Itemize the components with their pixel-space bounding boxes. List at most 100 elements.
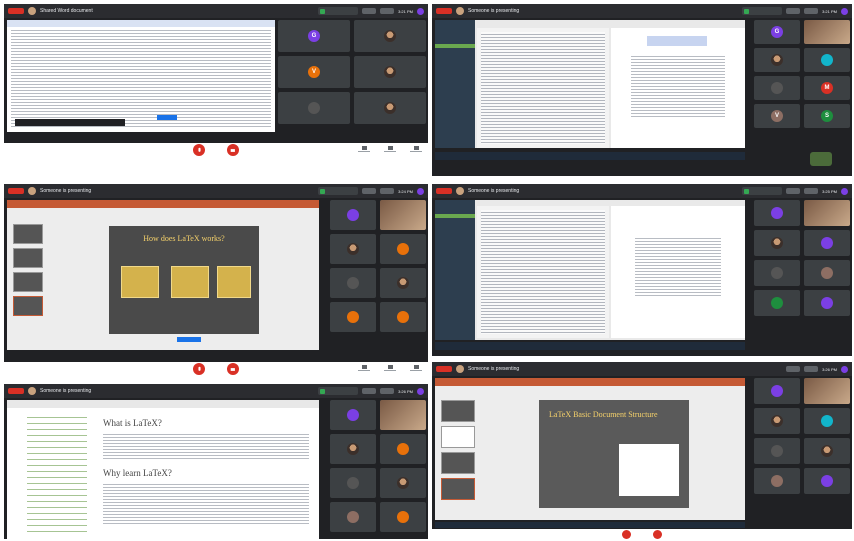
participant-tile[interactable]	[330, 302, 376, 332]
participant-tile[interactable]	[754, 378, 800, 404]
meet-notification[interactable]	[318, 387, 359, 395]
slide-thumbnail[interactable]	[441, 452, 475, 474]
participant-tile[interactable]: G	[278, 20, 350, 52]
participant-tile[interactable]	[330, 268, 376, 298]
participant-tile[interactable]	[380, 502, 426, 532]
participant-tile[interactable]	[380, 468, 426, 498]
participant-tile[interactable]	[380, 400, 426, 430]
participant-tile[interactable]	[754, 230, 800, 256]
grid-chip[interactable]	[362, 188, 377, 194]
layout-chip[interactable]	[380, 388, 395, 394]
grid-chip[interactable]	[362, 8, 377, 14]
participant-tile[interactable]	[354, 20, 426, 52]
hangup-button[interactable]	[637, 531, 647, 537]
more-options-button[interactable]	[410, 146, 422, 154]
hangup-button[interactable]	[211, 147, 221, 153]
participant-tile[interactable]	[804, 378, 850, 404]
meet-topbar: Shared Word document 3:21 PM	[4, 4, 428, 18]
participant-tile[interactable]: V	[754, 104, 800, 128]
participant-tile[interactable]	[380, 302, 426, 332]
participant-tile[interactable]	[330, 434, 376, 464]
layout-chip[interactable]	[380, 188, 395, 194]
participant-tile[interactable]	[330, 502, 376, 532]
participant-tile[interactable]	[804, 260, 850, 286]
meet-notification[interactable]	[318, 187, 359, 195]
stop-sharing-button[interactable]	[157, 115, 177, 120]
participant-tile[interactable]	[754, 468, 800, 494]
captions-button[interactable]	[358, 365, 370, 373]
user-avatar[interactable]	[841, 7, 848, 15]
participant-tile[interactable]: S	[804, 104, 850, 128]
slide-thumbnail-active[interactable]	[13, 296, 43, 316]
slide-thumbnail[interactable]	[13, 224, 43, 244]
mic-button[interactable]	[622, 529, 631, 539]
participant-tile[interactable]	[330, 468, 376, 498]
participant-tile[interactable]	[804, 20, 850, 44]
participant-tile[interactable]	[804, 200, 850, 226]
participant-tile[interactable]	[380, 268, 426, 298]
grid-chip[interactable]	[362, 388, 377, 394]
present-now-button[interactable]	[384, 365, 396, 373]
participant-tile[interactable]	[754, 408, 800, 434]
participant-tile[interactable]	[804, 438, 850, 464]
participant-tile[interactable]	[754, 200, 800, 226]
latex-source-editor[interactable]	[477, 206, 609, 338]
latex-source-editor[interactable]	[477, 28, 609, 148]
mic-button[interactable]	[193, 363, 205, 375]
participant-tile[interactable]	[330, 400, 376, 430]
participant-tile[interactable]	[754, 48, 800, 72]
grid-chip[interactable]	[786, 188, 801, 194]
participant-tile[interactable]	[754, 438, 800, 464]
participant-tile[interactable]	[380, 200, 426, 230]
participant-tile[interactable]	[354, 92, 426, 124]
stop-sharing-button[interactable]	[177, 337, 201, 342]
mic-button[interactable]	[193, 144, 205, 156]
participant-tile[interactable]: V	[278, 56, 350, 88]
participant-tile[interactable]	[330, 234, 376, 264]
present-now-button[interactable]	[384, 146, 396, 154]
camera-button[interactable]	[653, 529, 662, 539]
participant-tile[interactable]	[804, 48, 850, 72]
browser-toolbar	[7, 400, 319, 408]
participant-tile[interactable]	[354, 56, 426, 88]
layout-chip[interactable]	[804, 366, 819, 372]
participant-tile[interactable]	[754, 76, 800, 100]
user-avatar[interactable]	[841, 187, 848, 195]
layout-chip[interactable]	[804, 8, 819, 14]
participant-tile[interactable]	[754, 260, 800, 286]
user-avatar[interactable]	[417, 7, 424, 15]
participant-tile[interactable]	[804, 230, 850, 256]
participant-tile[interactable]	[754, 290, 800, 316]
user-avatar[interactable]	[417, 187, 424, 195]
user-avatar[interactable]	[841, 365, 848, 373]
more-options-button[interactable]	[410, 365, 422, 373]
participant-tile[interactable]	[804, 290, 850, 316]
slide-thumbnail[interactable]	[13, 272, 43, 292]
grid-chip[interactable]	[786, 8, 801, 14]
participant-tile[interactable]	[804, 408, 850, 434]
layout-chip[interactable]	[380, 8, 395, 14]
slide-thumbnail[interactable]	[13, 248, 43, 268]
hangup-button[interactable]	[211, 366, 221, 372]
user-avatar[interactable]	[417, 387, 424, 395]
pdf-preview	[611, 28, 745, 148]
participant-tile[interactable]	[278, 92, 350, 124]
layout-chip[interactable]	[804, 188, 819, 194]
participant-tile[interactable]	[380, 434, 426, 464]
grid-chip[interactable]	[786, 366, 801, 372]
slide-thumbnail[interactable]	[441, 426, 475, 448]
camera-button[interactable]	[227, 144, 239, 156]
meet-notification[interactable]	[742, 7, 783, 15]
participant-tile[interactable]	[330, 200, 376, 230]
participant-tile[interactable]: G	[754, 20, 800, 44]
camera-button[interactable]	[227, 363, 239, 375]
slide-thumbnail-active[interactable]	[441, 478, 475, 500]
participant-tile[interactable]	[804, 468, 850, 494]
captions-button[interactable]	[358, 146, 370, 154]
slide-thumbnail[interactable]	[441, 400, 475, 422]
participant-tile[interactable]: M	[804, 76, 850, 100]
meet-notification[interactable]	[318, 7, 359, 15]
participant-tile[interactable]	[380, 234, 426, 264]
page-sidebar-links[interactable]	[27, 412, 87, 536]
meet-notification[interactable]	[742, 187, 783, 195]
